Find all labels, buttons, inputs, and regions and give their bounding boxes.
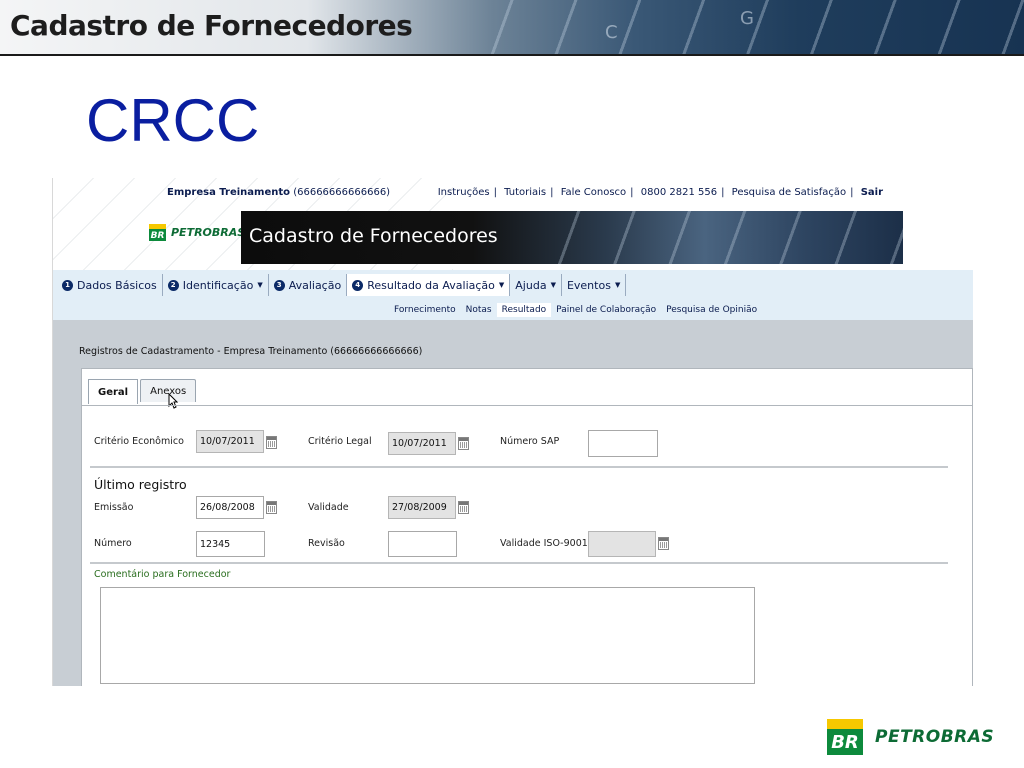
- menu-item-dados-basicos[interactable]: 1 Dados Básicos: [57, 274, 163, 296]
- tab-divider: [82, 405, 972, 406]
- app-title: Cadastro de Fornecedores: [249, 225, 498, 247]
- calendar-icon[interactable]: [266, 501, 277, 514]
- link-phone[interactable]: 0800 2821 556: [641, 187, 717, 198]
- slide-banner-title: Cadastro de Fornecedores: [10, 9, 413, 42]
- comentario-textarea[interactable]: [100, 587, 755, 684]
- link-instrucoes[interactable]: Instruções: [438, 187, 490, 198]
- submenu-pesquisa-opiniao[interactable]: Pesquisa de Opinião: [661, 303, 762, 317]
- submenu-fornecimento[interactable]: Fornecimento: [389, 303, 461, 317]
- chevron-down-icon: ▼: [498, 281, 505, 289]
- top-links: Instruções | Tutoriais | Fale Conosco | 080…: [438, 187, 883, 198]
- link-sair[interactable]: Sair: [861, 187, 883, 198]
- company-info: Empresa Treinamento (66666666666666): [167, 187, 390, 198]
- key-glyph-decoration: G: [740, 8, 754, 29]
- link-separator: |: [550, 187, 554, 198]
- criterio-legal-field[interactable]: 10/07/2011: [388, 432, 456, 455]
- link-separator: |: [493, 187, 497, 198]
- menu-item-label: Eventos: [566, 278, 611, 292]
- numero-field[interactable]: 12345: [196, 531, 265, 557]
- link-separator: |: [850, 187, 854, 198]
- submenu: Fornecimento Notas Resultado Painel de C…: [389, 303, 762, 317]
- app-screenshot: Empresa Treinamento (66666666666666) Ins…: [52, 178, 973, 686]
- menu-item-label: Identificação: [182, 278, 254, 292]
- slide-banner: C G Cadastro de Fornecedores: [0, 0, 1024, 56]
- criterio-legal-label: Critério Legal: [308, 436, 372, 447]
- menu-item-resultado-avaliacao[interactable]: 4 Resultado da Avaliação ▼: [347, 274, 511, 296]
- comentario-label: Comentário para Fornecedor: [94, 569, 231, 580]
- menu-item-label: Resultado da Avaliação: [367, 278, 495, 292]
- numero-sap-label: Número SAP: [500, 436, 560, 447]
- menu-item-avaliacao[interactable]: 3 Avaliação: [269, 274, 348, 296]
- criterio-economico-label: Critério Econômico: [94, 436, 184, 447]
- numero-sap-input[interactable]: [592, 438, 654, 449]
- company-id: (66666666666666): [293, 187, 391, 198]
- submenu-painel-colaboracao[interactable]: Painel de Colaboração: [551, 303, 661, 317]
- slide-title: CRCC: [86, 87, 260, 154]
- main-menu: 1 Dados Básicos 2 Identificação ▼ 3 Aval…: [57, 274, 627, 296]
- calendar-icon[interactable]: [266, 436, 277, 449]
- tab-bar: Geral Anexos: [88, 379, 198, 404]
- company-name: Empresa Treinamento: [167, 187, 291, 198]
- link-separator: |: [630, 187, 634, 198]
- menu-item-identificacao[interactable]: 2 Identificação ▼: [163, 274, 269, 296]
- panel-header: Registros de Cadastramento - Empresa Tre…: [79, 346, 423, 357]
- link-tutoriais[interactable]: Tutoriais: [504, 187, 546, 198]
- slide-banner-divider: [0, 54, 1024, 56]
- menu-item-eventos[interactable]: Eventos ▼: [562, 274, 627, 296]
- section-divider: [90, 466, 948, 468]
- submenu-resultado[interactable]: Resultado: [496, 303, 552, 317]
- validade-field[interactable]: 27/08/2009: [388, 496, 456, 519]
- calendar-icon[interactable]: [658, 537, 669, 550]
- revisao-input[interactable]: [392, 538, 453, 550]
- content-panel: Registros de Cadastramento - Empresa Tre…: [53, 320, 973, 686]
- keyboard-background-image: [541, 211, 903, 264]
- petrobras-logo: BR PETROBRAS: [149, 224, 245, 241]
- step-number-icon: 1: [62, 279, 73, 291]
- numero-label: Número: [94, 538, 132, 549]
- calendar-icon[interactable]: [458, 501, 469, 514]
- link-separator: |: [721, 187, 725, 198]
- validade-iso-field[interactable]: [588, 531, 656, 557]
- numero-sap-field[interactable]: [588, 430, 658, 457]
- validade-label: Validade: [308, 502, 349, 513]
- emissao-field[interactable]: 26/08/2008: [196, 496, 264, 519]
- menu-item-label: Dados Básicos: [77, 278, 157, 292]
- footer-petrobras-logo: BR PETROBRAS: [827, 719, 994, 755]
- ultimo-registro-title: Último registro: [94, 477, 187, 492]
- step-number-icon: 3: [273, 279, 285, 291]
- br-logo-mark: BR: [827, 719, 863, 755]
- key-glyph-decoration: C: [605, 22, 618, 43]
- form-box: Geral Anexos Critério Econômico 10/07/20…: [81, 368, 973, 686]
- app-banner: Cadastro de Fornecedores: [241, 211, 903, 264]
- petrobras-logo-text: PETROBRAS: [875, 727, 995, 747]
- link-fale-conosco[interactable]: Fale Conosco: [561, 187, 626, 198]
- step-number-icon: 4: [352, 279, 364, 291]
- chevron-down-icon: ▼: [614, 281, 621, 289]
- calendar-icon[interactable]: [458, 437, 469, 450]
- br-logo-mark: BR: [149, 224, 166, 241]
- menu-bar: 1 Dados Básicos 2 Identificação ▼ 3 Aval…: [53, 270, 973, 320]
- mouse-pointer-icon: [168, 393, 178, 409]
- criterio-economico-field[interactable]: 10/07/2011: [196, 430, 264, 453]
- section-divider: [90, 562, 948, 564]
- emissao-label: Emissão: [94, 502, 134, 513]
- link-pesquisa-satisfacao[interactable]: Pesquisa de Satisfação: [732, 187, 846, 198]
- menu-item-ajuda[interactable]: Ajuda ▼: [510, 274, 562, 296]
- chevron-down-icon: ▼: [550, 281, 556, 289]
- step-number-icon: 2: [167, 279, 179, 291]
- tab-geral[interactable]: Geral: [88, 379, 139, 404]
- petrobras-logo-text: PETROBRAS: [171, 226, 246, 239]
- menu-item-label: Ajuda: [515, 278, 547, 292]
- validade-iso-label: Validade ISO-9001: [500, 538, 588, 549]
- submenu-notas[interactable]: Notas: [461, 303, 497, 317]
- chevron-down-icon: ▼: [257, 281, 263, 289]
- revisao-field[interactable]: [388, 531, 457, 557]
- menu-item-label: Avaliação: [288, 278, 342, 292]
- revisao-label: Revisão: [308, 538, 345, 549]
